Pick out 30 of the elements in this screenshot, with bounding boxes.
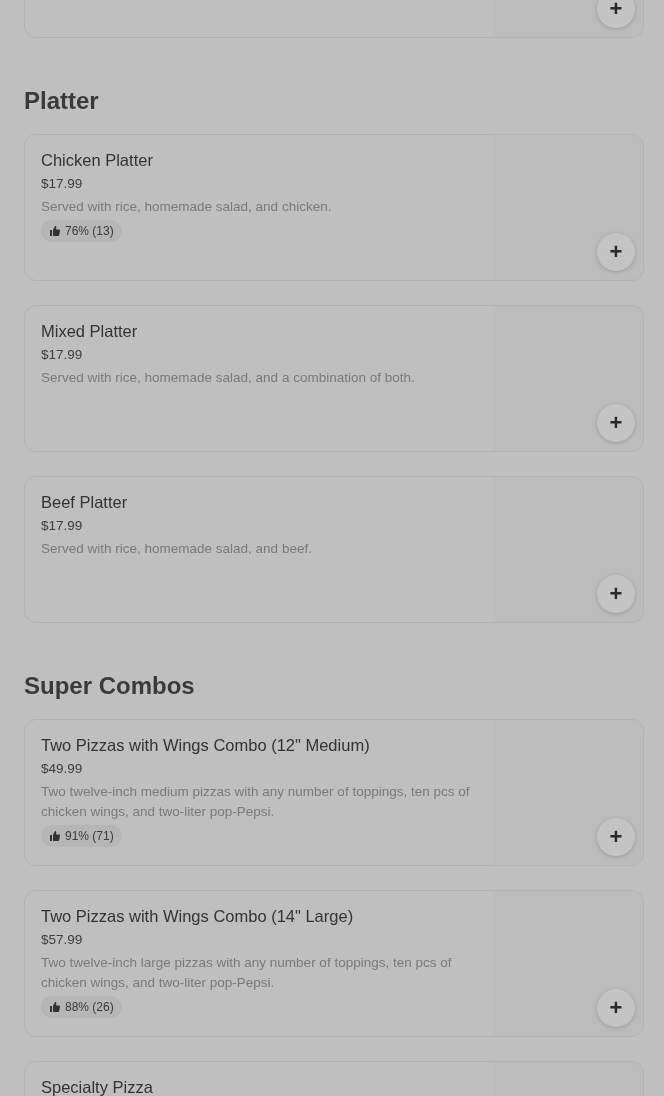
item-name: Mixed Platter: [41, 321, 139, 342]
item-price: $17.99: [41, 175, 84, 193]
section-heading: Platter: [24, 86, 100, 116]
item-name: Two Pizzas with Wings Combo (14" Large): [41, 906, 355, 927]
rating-badge: 91% (71): [41, 825, 122, 847]
section-heading: Super Combos: [24, 671, 196, 701]
item-price: $17.99: [41, 517, 84, 535]
add-button[interactable]: +: [597, 818, 635, 856]
thumbs-up-icon: [49, 225, 61, 237]
add-button[interactable]: +: [597, 989, 635, 1027]
add-button[interactable]: +: [597, 233, 635, 271]
item-description: Served with rice, homemade salad, and a combination of both.: [41, 369, 416, 387]
item-price: $57.99: [41, 931, 84, 949]
thumbs-up-icon: [49, 830, 61, 842]
item-name: Chicken Platter: [41, 150, 154, 171]
item-description: Served with rice, homemade salad, and beef.: [41, 540, 313, 558]
item-price: $17.99: [41, 346, 84, 364]
add-button[interactable]: +: [597, 0, 635, 28]
thumbs-up-icon: [49, 1001, 61, 1013]
rating-badge: 88% (26): [41, 996, 122, 1018]
add-button[interactable]: +: [597, 575, 635, 613]
add-button[interactable]: +: [597, 404, 635, 442]
item-description: Two twelve-inch medium pizzas with any number of toppings, ten pcs of chicken wings, and two-liter pop-Pepsi.: [41, 783, 471, 821]
item-name: Two Pizzas with Wings Combo (12" Medium): [41, 735, 371, 756]
item-name: Specialty Pizza: [41, 1077, 154, 1096]
item-description: Served with rice, homemade salad, and chicken.: [41, 198, 333, 216]
item-description: Two twelve-inch large pizzas with any number of toppings, ten pcs of chicken wings, and two-liter pop-Pepsi.: [41, 954, 453, 992]
item-price: $49.99: [41, 760, 84, 778]
item-name: Beef Platter: [41, 492, 129, 513]
rating-badge: 76% (13): [41, 220, 122, 242]
